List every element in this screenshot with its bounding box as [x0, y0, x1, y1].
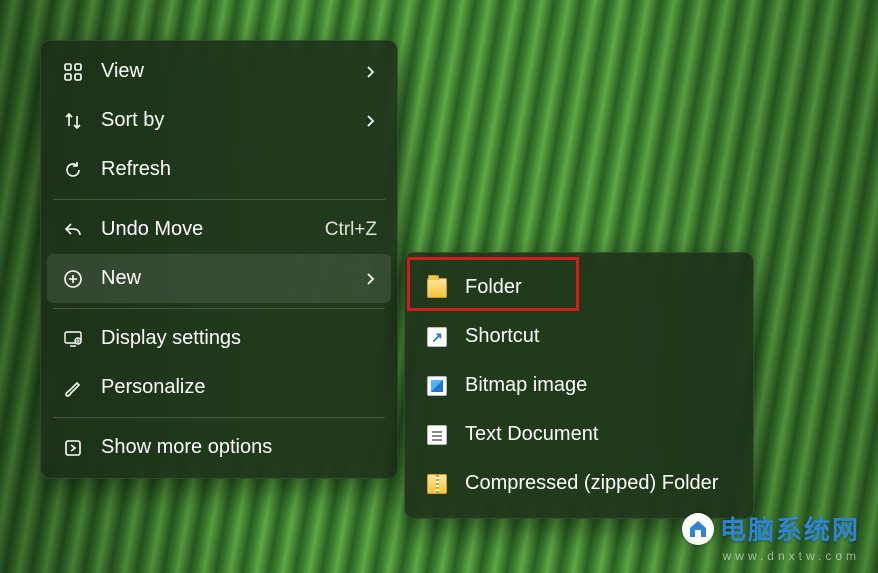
menu-item-display-settings[interactable]: Display settings — [47, 314, 391, 363]
submenu-item-shortcut[interactable]: Shortcut — [411, 312, 747, 361]
menu-label: Compressed (zipped) Folder — [465, 472, 733, 495]
personalize-icon — [61, 376, 85, 400]
chevron-right-icon — [363, 272, 377, 286]
folder-icon — [425, 276, 449, 300]
sort-icon — [61, 109, 85, 133]
zip-icon — [425, 472, 449, 496]
chevron-right-icon — [363, 65, 377, 79]
watermark-subtitle: www.dnxtw.com — [682, 549, 860, 563]
show-more-icon — [61, 436, 85, 460]
undo-icon — [61, 218, 85, 242]
menu-label: New — [101, 267, 355, 290]
text-document-icon — [425, 423, 449, 447]
refresh-icon — [61, 158, 85, 182]
menu-label: Bitmap image — [465, 374, 733, 397]
view-icon — [61, 60, 85, 84]
menu-label: Refresh — [101, 158, 377, 181]
menu-label: Personalize — [101, 376, 377, 399]
desktop-context-menu: View Sort by Refresh — [40, 40, 398, 479]
menu-item-show-more-options[interactable]: Show more options — [47, 423, 391, 472]
shortcut-icon — [425, 325, 449, 349]
menu-item-sort-by[interactable]: Sort by — [47, 96, 391, 145]
submenu-item-folder[interactable]: Folder — [411, 263, 747, 312]
menu-label: Display settings — [101, 327, 377, 350]
submenu-item-text-document[interactable]: Text Document — [411, 410, 747, 459]
menu-label: Show more options — [101, 436, 377, 459]
menu-item-new[interactable]: New — [47, 254, 391, 303]
bitmap-icon — [425, 374, 449, 398]
menu-label: Sort by — [101, 109, 355, 132]
menu-item-personalize[interactable]: Personalize — [47, 363, 391, 412]
menu-item-refresh[interactable]: Refresh — [47, 145, 391, 194]
menu-label: Folder — [465, 276, 733, 299]
menu-label: View — [101, 60, 355, 83]
menu-item-undo-move[interactable]: Undo Move Ctrl+Z — [47, 205, 391, 254]
submenu-item-bitmap-image[interactable]: Bitmap image — [411, 361, 747, 410]
display-settings-icon — [61, 327, 85, 351]
submenu-item-compressed-folder[interactable]: Compressed (zipped) Folder — [411, 459, 747, 508]
watermark-logo-icon — [682, 513, 714, 545]
watermark-title: 电脑系统网 — [720, 510, 860, 547]
menu-separator — [53, 417, 385, 418]
menu-separator — [53, 308, 385, 309]
menu-accelerator: Ctrl+Z — [325, 219, 377, 241]
chevron-right-icon — [363, 114, 377, 128]
menu-label: Undo Move — [101, 218, 317, 241]
new-submenu: Folder Shortcut Bitmap image Text Docume… — [404, 252, 754, 519]
menu-separator — [53, 199, 385, 200]
watermark: 电脑系统网 www.dnxtw.com — [682, 510, 860, 563]
menu-label: Shortcut — [465, 325, 733, 348]
menu-label: Text Document — [465, 423, 733, 446]
new-icon — [61, 267, 85, 291]
menu-item-view[interactable]: View — [47, 47, 391, 96]
